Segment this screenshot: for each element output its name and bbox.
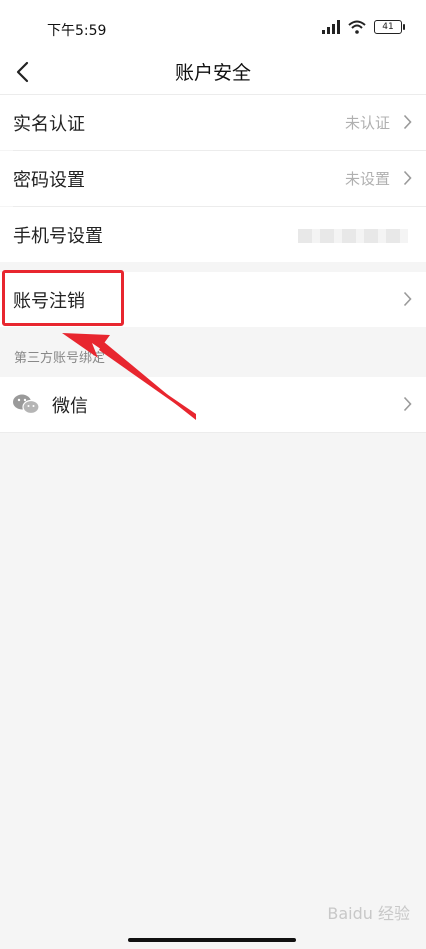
- account-cancellation-row[interactable]: 账号注销: [0, 272, 426, 327]
- password-settings-row[interactable]: 密码设置 未设置: [0, 151, 426, 206]
- chevron-right-icon: [403, 170, 412, 186]
- masked-phone-number: [298, 229, 408, 243]
- row-value: 未设置: [344, 170, 390, 188]
- wechat-icon: [13, 394, 40, 415]
- status-time: 下午5:59: [47, 23, 107, 39]
- chevron-right-icon: [403, 396, 412, 412]
- wifi-icon: [348, 20, 366, 34]
- chevron-right-icon: [403, 291, 412, 307]
- wechat-binding-row[interactable]: 微信: [0, 377, 426, 432]
- chevron-right-icon: [403, 114, 412, 130]
- real-name-verification-row[interactable]: 实名认证 未认证: [0, 95, 426, 150]
- row-label: 密码设置: [13, 169, 85, 191]
- row-label: 实名认证: [13, 113, 85, 135]
- third-party-section-label: 第三方账号绑定: [14, 351, 106, 366]
- page-title: 账户安全: [174, 62, 251, 84]
- row-label: 手机号设置: [13, 225, 103, 247]
- row-label: 微信: [52, 395, 88, 417]
- row-label: 账号注销: [13, 290, 85, 312]
- phone-number-settings-row[interactable]: 手机号设置: [0, 207, 426, 262]
- navigation-bar: 账户安全: [0, 50, 426, 95]
- watermark: Baidu 经验: [327, 904, 410, 923]
- status-bar: 下午5:59 41: [0, 0, 426, 50]
- status-icons: 41: [322, 18, 405, 36]
- divider: [0, 432, 426, 433]
- home-indicator[interactable]: [128, 938, 296, 942]
- row-value: 未认证: [344, 114, 390, 132]
- battery-icon: 41: [374, 20, 405, 34]
- signal-icon: [322, 20, 340, 34]
